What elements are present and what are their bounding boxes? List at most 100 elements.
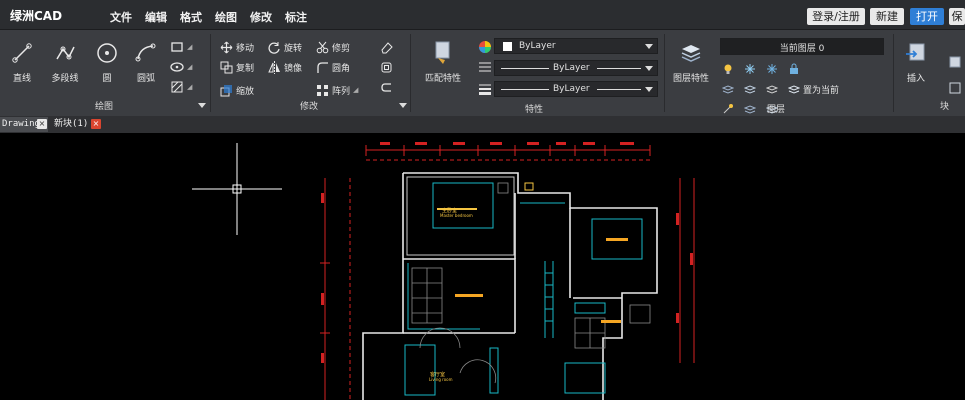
save-button[interactable]: 保 <box>949 8 965 25</box>
menu-draw[interactable]: 绘图 <box>215 9 237 25</box>
arc-label: 圆弧 <box>136 74 155 84</box>
fillet-tool[interactable]: 圆角 <box>316 59 350 75</box>
layer-properties-tool[interactable]: 图层特性 <box>670 40 712 84</box>
modify-panel-title: 修改 <box>300 102 319 112</box>
move-label: 移动 <box>236 43 255 54</box>
layer-walk-icon[interactable] <box>722 101 734 117</box>
linetype-preview <box>501 68 549 69</box>
rotate-icon <box>268 41 280 54</box>
layer-freeze-icon[interactable] <box>744 61 756 77</box>
chevron-down-icon <box>645 87 653 92</box>
new-button[interactable]: 新建 <box>870 8 904 25</box>
move-tool[interactable]: 移动 <box>220 39 254 55</box>
array-label: 阵列 <box>332 86 351 97</box>
line-icon <box>8 40 36 66</box>
room-label-master-en: Master bedroom <box>440 213 473 218</box>
layer-panel-title: 图层 <box>767 105 786 115</box>
hatch-icon[interactable]: ◢ <box>170 79 192 95</box>
close-icon[interactable]: × <box>91 119 101 129</box>
divider <box>210 34 211 112</box>
menu-file[interactable]: 文件 <box>110 9 132 25</box>
current-layer-dropdown[interactable]: 当前图层 0 <box>720 38 884 55</box>
scale-icon <box>220 84 232 96</box>
array-tool[interactable]: 阵列 ◢ <box>316 82 358 98</box>
layer-lock-icon[interactable] <box>788 61 800 77</box>
trim-tool[interactable]: 修剪 <box>316 39 350 55</box>
line-label: 直线 <box>12 74 31 84</box>
set-current-layer-tool[interactable]: 置为当前 <box>788 81 868 97</box>
rotate-tool[interactable]: 旋转 <box>268 39 302 55</box>
edit-block-icon[interactable] <box>948 80 962 96</box>
lineweight-dropdown[interactable]: ByLayer <box>494 81 658 97</box>
menu-edit[interactable]: 编辑 <box>145 9 167 25</box>
mirror-label: 镜像 <box>284 63 303 74</box>
properties-panel-title: 特性 <box>525 105 544 115</box>
floor-plan-drawing <box>192 142 695 400</box>
set-current-label: 置为当前 <box>803 85 840 96</box>
dimension-right <box>676 178 695 363</box>
room-markers <box>437 182 628 323</box>
rotate-label: 旋转 <box>284 43 303 54</box>
lineweight-value: ByLayer <box>553 84 590 94</box>
set-current-icon <box>788 85 800 94</box>
layer-merge-icon[interactable] <box>744 101 756 117</box>
chevron-down-icon <box>645 66 653 71</box>
match-properties-tool[interactable]: 匹配特性 <box>422 40 464 84</box>
block-panel-title: 块 <box>940 102 950 112</box>
app-logo: 绿洲CAD <box>10 9 63 23</box>
dimension-left <box>320 178 351 400</box>
line-tool[interactable]: 直线 <box>8 40 36 84</box>
offset-icon[interactable] <box>380 59 393 75</box>
lineweight-icon <box>478 81 492 97</box>
insert-block-tool[interactable]: 插入 <box>900 40 932 84</box>
layer-properties-label: 图层特性 <box>672 74 709 84</box>
draw-panel-title: 绘图 <box>95 102 114 112</box>
move-icon <box>220 41 233 53</box>
open-button[interactable]: 打开 <box>910 8 944 25</box>
layer-stack-icon <box>670 40 712 66</box>
menu-dimension[interactable]: 标注 <box>285 9 307 25</box>
layer-isolate-icon[interactable] <box>722 81 734 97</box>
match-properties-icon <box>422 40 464 66</box>
close-icon[interactable]: × <box>37 119 47 129</box>
rectangle-icon[interactable]: ◢ <box>170 39 192 55</box>
crosshair-cursor <box>192 143 282 235</box>
circle-tool[interactable]: 圆 <box>94 40 120 84</box>
login-button[interactable]: 登录/注册 <box>807 8 865 25</box>
tab-new-block-label: 新块(1) <box>54 119 89 129</box>
linetype-dropdown[interactable]: ByLayer <box>494 60 658 76</box>
mirror-tool[interactable]: 镜像 <box>268 59 302 75</box>
drawing-canvas[interactable]: 主卧室 Master bedroom 客厅室 Living room <box>0 133 965 400</box>
trim-label: 修剪 <box>332 43 351 54</box>
dimension-top <box>365 142 651 161</box>
polyline-label: 多段线 <box>51 74 79 84</box>
create-block-icon[interactable] <box>948 54 962 70</box>
layer-match-icon[interactable] <box>744 81 756 97</box>
fillet-icon <box>317 61 328 73</box>
chevron-down-icon <box>645 44 653 49</box>
modify-panel-expand-icon[interactable] <box>399 103 407 108</box>
menu-format[interactable]: 格式 <box>180 9 202 25</box>
linetype-icon <box>478 59 492 75</box>
menu-modify[interactable]: 修改 <box>250 9 272 25</box>
arc-tool[interactable]: 圆弧 <box>130 40 162 84</box>
scale-tool[interactable]: 缩放 <box>220 82 254 98</box>
explode-icon[interactable] <box>380 79 393 95</box>
walls <box>362 172 658 400</box>
arc-icon <box>130 40 162 66</box>
color-dropdown[interactable]: ByLayer <box>494 38 658 54</box>
layer-previous-icon[interactable] <box>766 81 778 97</box>
linetype-value: ByLayer <box>553 63 590 73</box>
copy-tool[interactable]: 复制 <box>220 59 254 75</box>
layer-freeze-vp-icon[interactable] <box>766 61 778 77</box>
insert-label: 插入 <box>906 74 925 84</box>
fillet-label: 圆角 <box>332 63 351 74</box>
ellipse-icon[interactable]: ◢ <box>170 59 192 75</box>
divider <box>664 34 665 112</box>
layer-on-icon[interactable] <box>722 61 734 77</box>
draw-panel-expand-icon[interactable] <box>198 103 206 108</box>
match-properties-label: 匹配特性 <box>424 74 461 84</box>
erase-icon[interactable] <box>380 39 393 55</box>
polyline-tool[interactable]: 多段线 <box>48 40 82 84</box>
color-swatch <box>503 42 512 51</box>
